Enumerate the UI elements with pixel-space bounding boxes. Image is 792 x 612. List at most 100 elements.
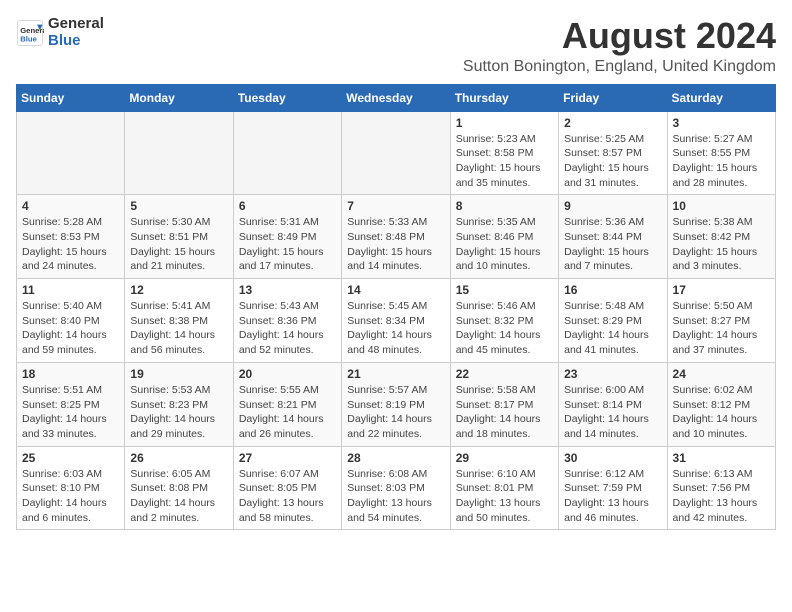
day-number: 31 (673, 451, 770, 465)
day-number: 26 (130, 451, 227, 465)
day-number: 13 (239, 283, 336, 297)
calendar-cell (125, 111, 233, 195)
day-info: Sunrise: 5:35 AM Sunset: 8:46 PM Dayligh… (456, 215, 553, 274)
column-header-tuesday: Tuesday (233, 84, 341, 111)
day-info: Sunrise: 5:55 AM Sunset: 8:21 PM Dayligh… (239, 383, 336, 442)
calendar-cell: 12 Sunrise: 5:41 AM Sunset: 8:38 PM Dayli… (125, 279, 233, 363)
calendar-header-row: SundayMondayTuesdayWednesdayThursdayFrid… (17, 84, 776, 111)
day-info: Sunrise: 5:28 AM Sunset: 8:53 PM Dayligh… (22, 215, 119, 274)
calendar-cell: 6 Sunrise: 5:31 AM Sunset: 8:49 PM Daylig… (233, 195, 341, 279)
day-number: 7 (347, 199, 444, 213)
calendar-cell (17, 111, 125, 195)
column-header-monday: Monday (125, 84, 233, 111)
day-number: 29 (456, 451, 553, 465)
day-number: 15 (456, 283, 553, 297)
calendar-cell (342, 111, 450, 195)
day-info: Sunrise: 5:43 AM Sunset: 8:36 PM Dayligh… (239, 299, 336, 358)
svg-text:Blue: Blue (20, 34, 37, 43)
day-number: 1 (456, 116, 553, 130)
day-info: Sunrise: 6:03 AM Sunset: 8:10 PM Dayligh… (22, 467, 119, 526)
day-info: Sunrise: 6:00 AM Sunset: 8:14 PM Dayligh… (564, 383, 661, 442)
day-info: Sunrise: 5:40 AM Sunset: 8:40 PM Dayligh… (22, 299, 119, 358)
column-header-wednesday: Wednesday (342, 84, 450, 111)
calendar-cell: 21Sunrise: 5:57 AM Sunset: 8:19 PM Dayli… (342, 362, 450, 446)
day-number: 22 (456, 367, 553, 381)
calendar-week-row: 18 Sunrise: 5:51 AM Sunset: 8:25 PM Dayli… (17, 362, 776, 446)
day-number: 24 (673, 367, 770, 381)
day-info: Sunrise: 5:53 AM Sunset: 8:23 PM Dayligh… (130, 383, 227, 442)
calendar-cell: 31 Sunrise: 6:13 AM Sunset: 7:56 PM Dayli… (667, 446, 775, 530)
day-number: 30 (564, 451, 661, 465)
day-number: 6 (239, 199, 336, 213)
day-number: 5 (130, 199, 227, 213)
calendar-cell: 1 Sunrise: 5:23 AM Sunset: 8:58 PM Daylig… (450, 111, 558, 195)
calendar-cell: 26Sunrise: 6:05 AM Sunset: 8:08 PM Dayli… (125, 446, 233, 530)
day-number: 14 (347, 283, 444, 297)
day-number: 9 (564, 199, 661, 213)
column-header-saturday: Saturday (667, 84, 775, 111)
day-number: 27 (239, 451, 336, 465)
day-number: 18 (22, 367, 119, 381)
day-number: 21 (347, 367, 444, 381)
column-header-sunday: Sunday (17, 84, 125, 111)
day-number: 8 (456, 199, 553, 213)
day-number: 12 (130, 283, 227, 297)
day-info: Sunrise: 5:31 AM Sunset: 8:49 PM Dayligh… (239, 215, 336, 274)
day-info: Sunrise: 5:41 AM Sunset: 8:38 PM Dayligh… (130, 299, 227, 358)
day-info: Sunrise: 5:50 AM Sunset: 8:27 PM Dayligh… (673, 299, 770, 358)
day-info: Sunrise: 5:38 AM Sunset: 8:42 PM Dayligh… (673, 215, 770, 274)
day-number: 11 (22, 283, 119, 297)
day-info: Sunrise: 6:08 AM Sunset: 8:03 PM Dayligh… (347, 467, 444, 526)
logo-icon: General Blue (16, 19, 44, 47)
calendar-week-row: 4 Sunrise: 5:28 AM Sunset: 8:53 PM Daylig… (17, 195, 776, 279)
day-info: Sunrise: 5:46 AM Sunset: 8:32 PM Dayligh… (456, 299, 553, 358)
calendar-cell: 30 Sunrise: 6:12 AM Sunset: 7:59 PM Dayli… (559, 446, 667, 530)
logo-text: General Blue (48, 16, 104, 49)
calendar-cell: 27 Sunrise: 6:07 AM Sunset: 8:05 PM Dayli… (233, 446, 341, 530)
calendar-week-row: 25 Sunrise: 6:03 AM Sunset: 8:10 PM Dayli… (17, 446, 776, 530)
calendar-location: Sutton Bonington, England, United Kingdo… (463, 58, 776, 76)
day-number: 4 (22, 199, 119, 213)
logo-blue-text: Blue (48, 33, 104, 50)
calendar-cell: 24Sunrise: 6:02 AM Sunset: 8:12 PM Dayli… (667, 362, 775, 446)
calendar-cell: 14 Sunrise: 5:45 AM Sunset: 8:34 PM Dayli… (342, 279, 450, 363)
day-info: Sunrise: 6:12 AM Sunset: 7:59 PM Dayligh… (564, 467, 661, 526)
calendar-cell (233, 111, 341, 195)
day-number: 19 (130, 367, 227, 381)
day-info: Sunrise: 6:07 AM Sunset: 8:05 PM Dayligh… (239, 467, 336, 526)
day-info: Sunrise: 5:45 AM Sunset: 8:34 PM Dayligh… (347, 299, 444, 358)
column-header-friday: Friday (559, 84, 667, 111)
day-info: Sunrise: 5:25 AM Sunset: 8:57 PM Dayligh… (564, 132, 661, 191)
page-header: General Blue General Blue August 2024 Su… (16, 16, 776, 76)
logo-general-text: General (48, 16, 104, 33)
day-number: 10 (673, 199, 770, 213)
day-number: 25 (22, 451, 119, 465)
calendar-cell: 15 Sunrise: 5:46 AM Sunset: 8:32 PM Dayli… (450, 279, 558, 363)
day-info: Sunrise: 5:23 AM Sunset: 8:58 PM Dayligh… (456, 132, 553, 191)
calendar-cell: 18 Sunrise: 5:51 AM Sunset: 8:25 PM Dayli… (17, 362, 125, 446)
calendar-cell: 22 Sunrise: 5:58 AM Sunset: 8:17 PM Dayli… (450, 362, 558, 446)
calendar-cell: 10 Sunrise: 5:38 AM Sunset: 8:42 PM Dayli… (667, 195, 775, 279)
calendar-cell: 7 Sunrise: 5:33 AM Sunset: 8:48 PM Daylig… (342, 195, 450, 279)
calendar-cell: 28Sunrise: 6:08 AM Sunset: 8:03 PM Dayli… (342, 446, 450, 530)
day-info: Sunrise: 5:51 AM Sunset: 8:25 PM Dayligh… (22, 383, 119, 442)
day-info: Sunrise: 5:58 AM Sunset: 8:17 PM Dayligh… (456, 383, 553, 442)
calendar-week-row: 11 Sunrise: 5:40 AM Sunset: 8:40 PM Dayli… (17, 279, 776, 363)
calendar-table: SundayMondayTuesdayWednesdayThursdayFrid… (16, 84, 776, 531)
calendar-cell: 29Sunrise: 6:10 AM Sunset: 8:01 PM Dayli… (450, 446, 558, 530)
day-info: Sunrise: 5:33 AM Sunset: 8:48 PM Dayligh… (347, 215, 444, 274)
title-block: August 2024 Sutton Bonington, England, U… (463, 16, 776, 76)
calendar-cell: 19 Sunrise: 5:53 AM Sunset: 8:23 PM Dayli… (125, 362, 233, 446)
calendar-cell: 9 Sunrise: 5:36 AM Sunset: 8:44 PM Daylig… (559, 195, 667, 279)
day-info: Sunrise: 5:36 AM Sunset: 8:44 PM Dayligh… (564, 215, 661, 274)
day-number: 16 (564, 283, 661, 297)
day-number: 23 (564, 367, 661, 381)
logo: General Blue General Blue (16, 16, 104, 49)
calendar-title: August 2024 (463, 16, 776, 56)
day-number: 3 (673, 116, 770, 130)
day-info: Sunrise: 5:48 AM Sunset: 8:29 PM Dayligh… (564, 299, 661, 358)
day-info: Sunrise: 6:13 AM Sunset: 7:56 PM Dayligh… (673, 467, 770, 526)
calendar-cell: 11 Sunrise: 5:40 AM Sunset: 8:40 PM Dayli… (17, 279, 125, 363)
day-info: Sunrise: 5:30 AM Sunset: 8:51 PM Dayligh… (130, 215, 227, 274)
calendar-cell: 20Sunrise: 5:55 AM Sunset: 8:21 PM Dayli… (233, 362, 341, 446)
